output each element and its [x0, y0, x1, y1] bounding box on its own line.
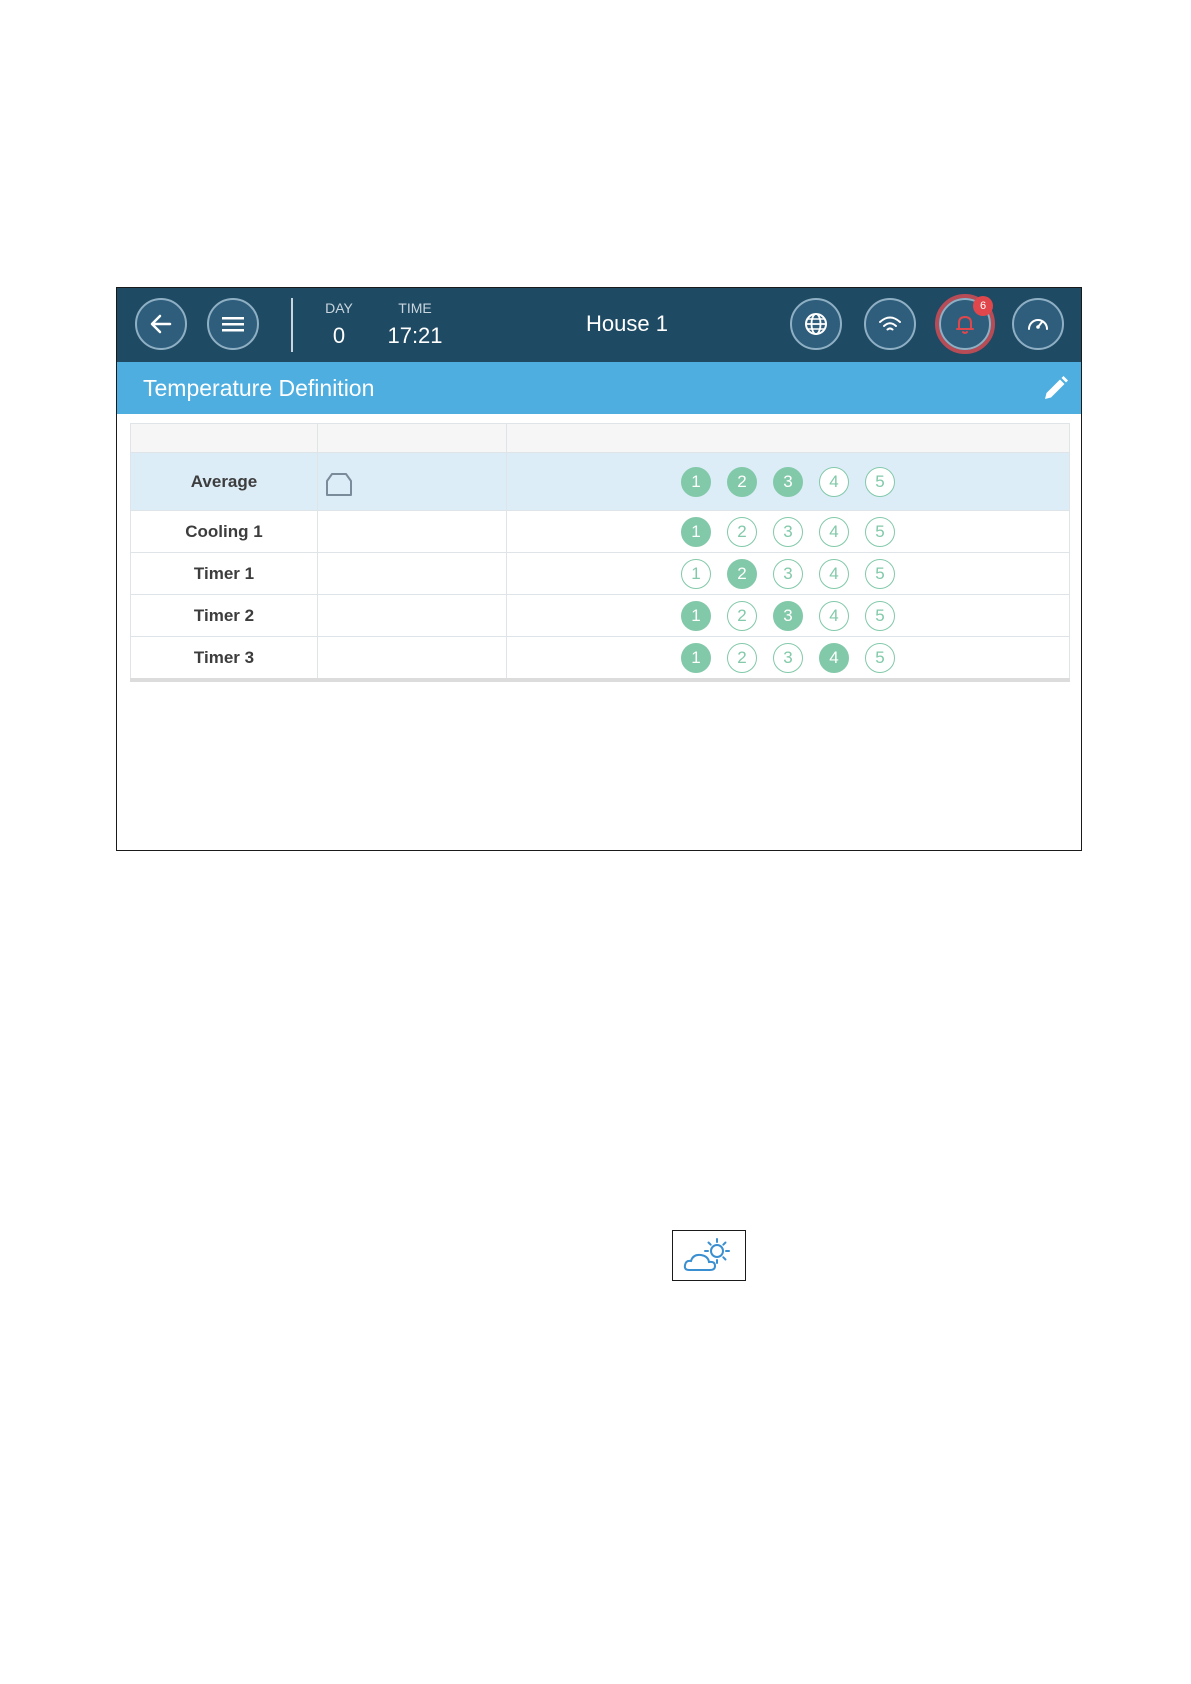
row-icon-cell — [317, 552, 507, 595]
network-button[interactable] — [864, 298, 916, 350]
day-label: DAY — [325, 300, 353, 316]
row-icon-cell — [317, 510, 507, 553]
table-row[interactable]: Timer 3 12345 — [130, 636, 1070, 681]
sensor-4-toggle[interactable]: 4 — [819, 642, 849, 673]
weather-icon-box — [672, 1230, 746, 1281]
time-label: TIME — [398, 300, 432, 316]
sensor-3-toggle[interactable]: 3 — [773, 642, 803, 673]
row-icon-cell — [317, 594, 507, 637]
header-cell — [506, 423, 1070, 453]
table-row[interactable]: Timer 1 12345 — [130, 552, 1070, 595]
sensor-3-toggle[interactable]: 3 — [773, 466, 803, 497]
sensor-1-toggle[interactable]: 1 — [681, 466, 711, 497]
temperature-definition-table: Average 1 2 3 4 5 Cooling 1 1 2 3 4 5 Timer 1 1 2 3 4 5 Ti… — [130, 423, 1070, 682]
table-row[interactable]: Timer 2 12345 — [130, 594, 1070, 637]
row-name: Timer 3 — [130, 636, 318, 681]
sensor-5-toggle[interactable]: 5 — [865, 466, 895, 497]
table-row[interactable]: Cooling 1 12345 — [130, 510, 1070, 553]
row-icon-cell — [317, 636, 507, 681]
globe-button[interactable] — [790, 298, 842, 350]
pencil-edit-icon[interactable] — [1039, 373, 1071, 405]
hamburger-menu-icon — [222, 317, 244, 332]
sensor-1-toggle[interactable]: 1 — [681, 600, 711, 631]
sensor-3-toggle[interactable]: 3 — [773, 600, 803, 631]
alarm-count-badge: 6 — [973, 296, 993, 316]
title-bar: Temperature Definition — [117, 362, 1081, 414]
row-icon-cell — [317, 452, 507, 511]
sensor-selection-cell: 12345 — [506, 594, 1070, 637]
sensor-circles: 12345 — [681, 558, 895, 589]
sensor-4-toggle[interactable]: 4 — [819, 558, 849, 589]
sensor-2-toggle[interactable]: 2 — [727, 466, 757, 497]
sensor-selection-cell: 12345 — [506, 452, 1070, 511]
header-cell — [130, 423, 318, 453]
sensor-3-toggle[interactable]: 3 — [773, 558, 803, 589]
sensor-5-toggle[interactable]: 5 — [865, 516, 895, 547]
house-name: House 1 — [586, 311, 668, 336]
top-bar: DAY 0 TIME 17:21 House 1 6 — [117, 288, 1081, 362]
sensor-circles: 12345 — [681, 642, 895, 673]
header-cell — [317, 423, 507, 453]
sensor-1-toggle[interactable]: 1 — [681, 516, 711, 547]
sensor-circles: 12345 — [681, 466, 895, 497]
sensor-selection-cell: 12345 — [506, 510, 1070, 553]
cloud-sun-icon — [683, 1237, 730, 1271]
menu-button[interactable] — [207, 298, 259, 350]
row-name: Timer 2 — [130, 594, 318, 637]
arrow-left-icon — [150, 314, 172, 334]
sensor-2-toggle[interactable]: 2 — [727, 642, 757, 673]
time-value: 17:21 — [387, 323, 443, 348]
row-name: Average — [130, 452, 318, 511]
row-name: Timer 1 — [130, 552, 318, 595]
sensor-5-toggle[interactable]: 5 — [865, 558, 895, 589]
sensor-selection-cell: 12345 — [506, 552, 1070, 595]
gauge-icon — [1028, 319, 1048, 330]
sensor-4-toggle[interactable]: 4 — [819, 466, 849, 497]
sensor-circles: 12345 — [681, 516, 895, 547]
sensor-4-toggle[interactable]: 4 — [819, 600, 849, 631]
sensor-5-toggle[interactable]: 5 — [865, 642, 895, 673]
globe-icon — [805, 313, 827, 335]
dashboard-button[interactable] — [1012, 298, 1064, 350]
sensor-1-toggle[interactable]: 1 — [681, 558, 711, 589]
wifi-icon — [879, 316, 901, 331]
row-name: Cooling 1 — [130, 510, 318, 553]
sensor-1-toggle[interactable]: 1 — [681, 642, 711, 673]
sensor-2-toggle[interactable]: 2 — [727, 558, 757, 589]
table-row[interactable]: Average 1 2 3 4 5 — [130, 452, 1070, 511]
sensor-selection-cell: 12345 — [506, 636, 1070, 681]
back-button[interactable] — [135, 298, 187, 350]
sensor-4-toggle[interactable]: 4 — [819, 516, 849, 547]
controller-screen: DAY 0 TIME 17:21 House 1 6 Temperature D… — [116, 287, 1082, 851]
house-icon — [326, 472, 352, 496]
header-divider — [291, 298, 293, 352]
sensor-2-toggle[interactable]: 2 — [727, 516, 757, 547]
table-header-row — [130, 423, 1070, 453]
sensor-circles: 12345 — [681, 600, 895, 631]
sensor-5-toggle[interactable]: 5 — [865, 600, 895, 631]
page-title: Temperature Definition — [143, 375, 375, 401]
bell-icon — [956, 316, 974, 334]
sensor-2-toggle[interactable]: 2 — [727, 600, 757, 631]
sensor-3-toggle[interactable]: 3 — [773, 516, 803, 547]
